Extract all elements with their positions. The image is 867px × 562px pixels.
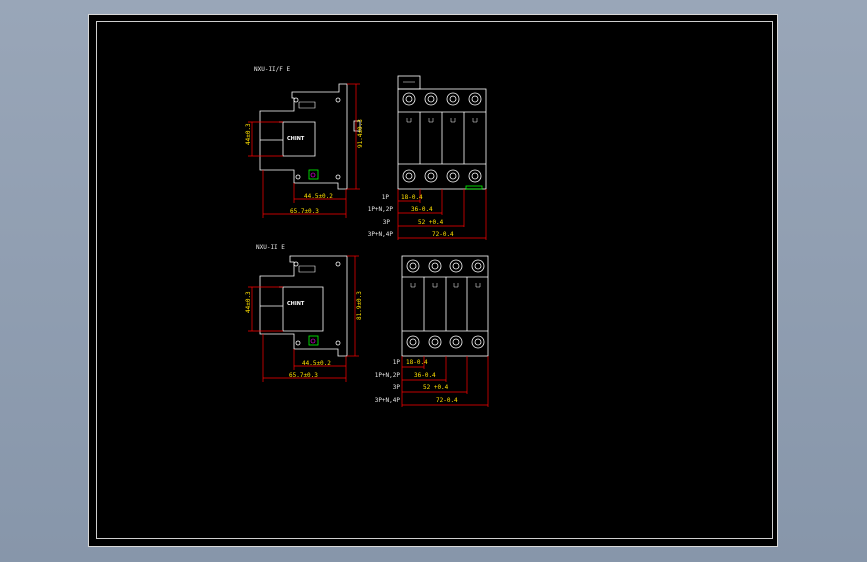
bottom-pole-dim-2: 36-0.4: [414, 372, 436, 379]
top-side-view: [259, 83, 361, 190]
top-dim-left: 44±0.3: [245, 123, 252, 145]
top-pole-dim-4: 72-0.4: [432, 231, 454, 238]
top-pole-dim-3: 52 +0.4: [418, 219, 444, 226]
top-pole-dim-1: 18-0.4: [401, 194, 423, 201]
top-front-view: [397, 75, 487, 190]
bottom-pole-label-4: 3P+N,4P: [375, 397, 401, 404]
bottom-model-label: NXU-II E: [256, 244, 285, 251]
top-pole-label-2: 1P+N,2P: [368, 206, 394, 213]
bottom-pole-rows: 1P 18-0.4 1P+N,2P 36-0.4 3P 52 +0.4 3P+N…: [375, 359, 458, 404]
bottom-front-view: [401, 255, 489, 357]
bottom-dim-height: 81.9±0.3: [356, 291, 363, 320]
top-pole-label-3: 3P: [383, 219, 391, 226]
cad-drawing: NXU-II/F E CHINT 91.4±0.3 44±0.3 44.5±0.…: [245, 66, 489, 407]
bottom-pole-label-3: 3P: [393, 384, 401, 391]
top-pole-label-4: 3P+N,4P: [368, 231, 394, 238]
bottom-pole-dim-1: 18-0.4: [406, 359, 428, 366]
top-dim-width-inner: 44.5±0.2: [304, 193, 333, 200]
top-dim-height: 91.4±0.3: [357, 119, 364, 148]
bottom-logo: CHINT: [287, 301, 305, 307]
top-model-label: NXU-II/F E: [254, 66, 291, 73]
bottom-pole-dim-3: 52 +0.4: [423, 384, 449, 391]
top-pole-rows: 1P 18-0.4 1P+N,2P 36-0.4 3P 52 +0.4 3P+N…: [368, 194, 454, 238]
bottom-dim-left: 44±0.3: [245, 291, 252, 313]
top-dim-width-outer: 65.7±0.3: [290, 208, 319, 215]
bottom-dim-width-outer: 65.7±0.3: [289, 372, 318, 379]
bottom-pole-dim-4: 72-0.4: [436, 397, 458, 404]
bottom-pole-label-1: 1P: [393, 359, 401, 366]
top-pole-dim-2: 36-0.4: [411, 206, 433, 213]
bottom-pole-label-2: 1P+N,2P: [375, 372, 401, 379]
bottom-dim-width-inner: 44.5±0.2: [302, 360, 331, 367]
top-pole-label-1: 1P: [382, 194, 390, 201]
top-logo: CHINT: [287, 136, 305, 142]
